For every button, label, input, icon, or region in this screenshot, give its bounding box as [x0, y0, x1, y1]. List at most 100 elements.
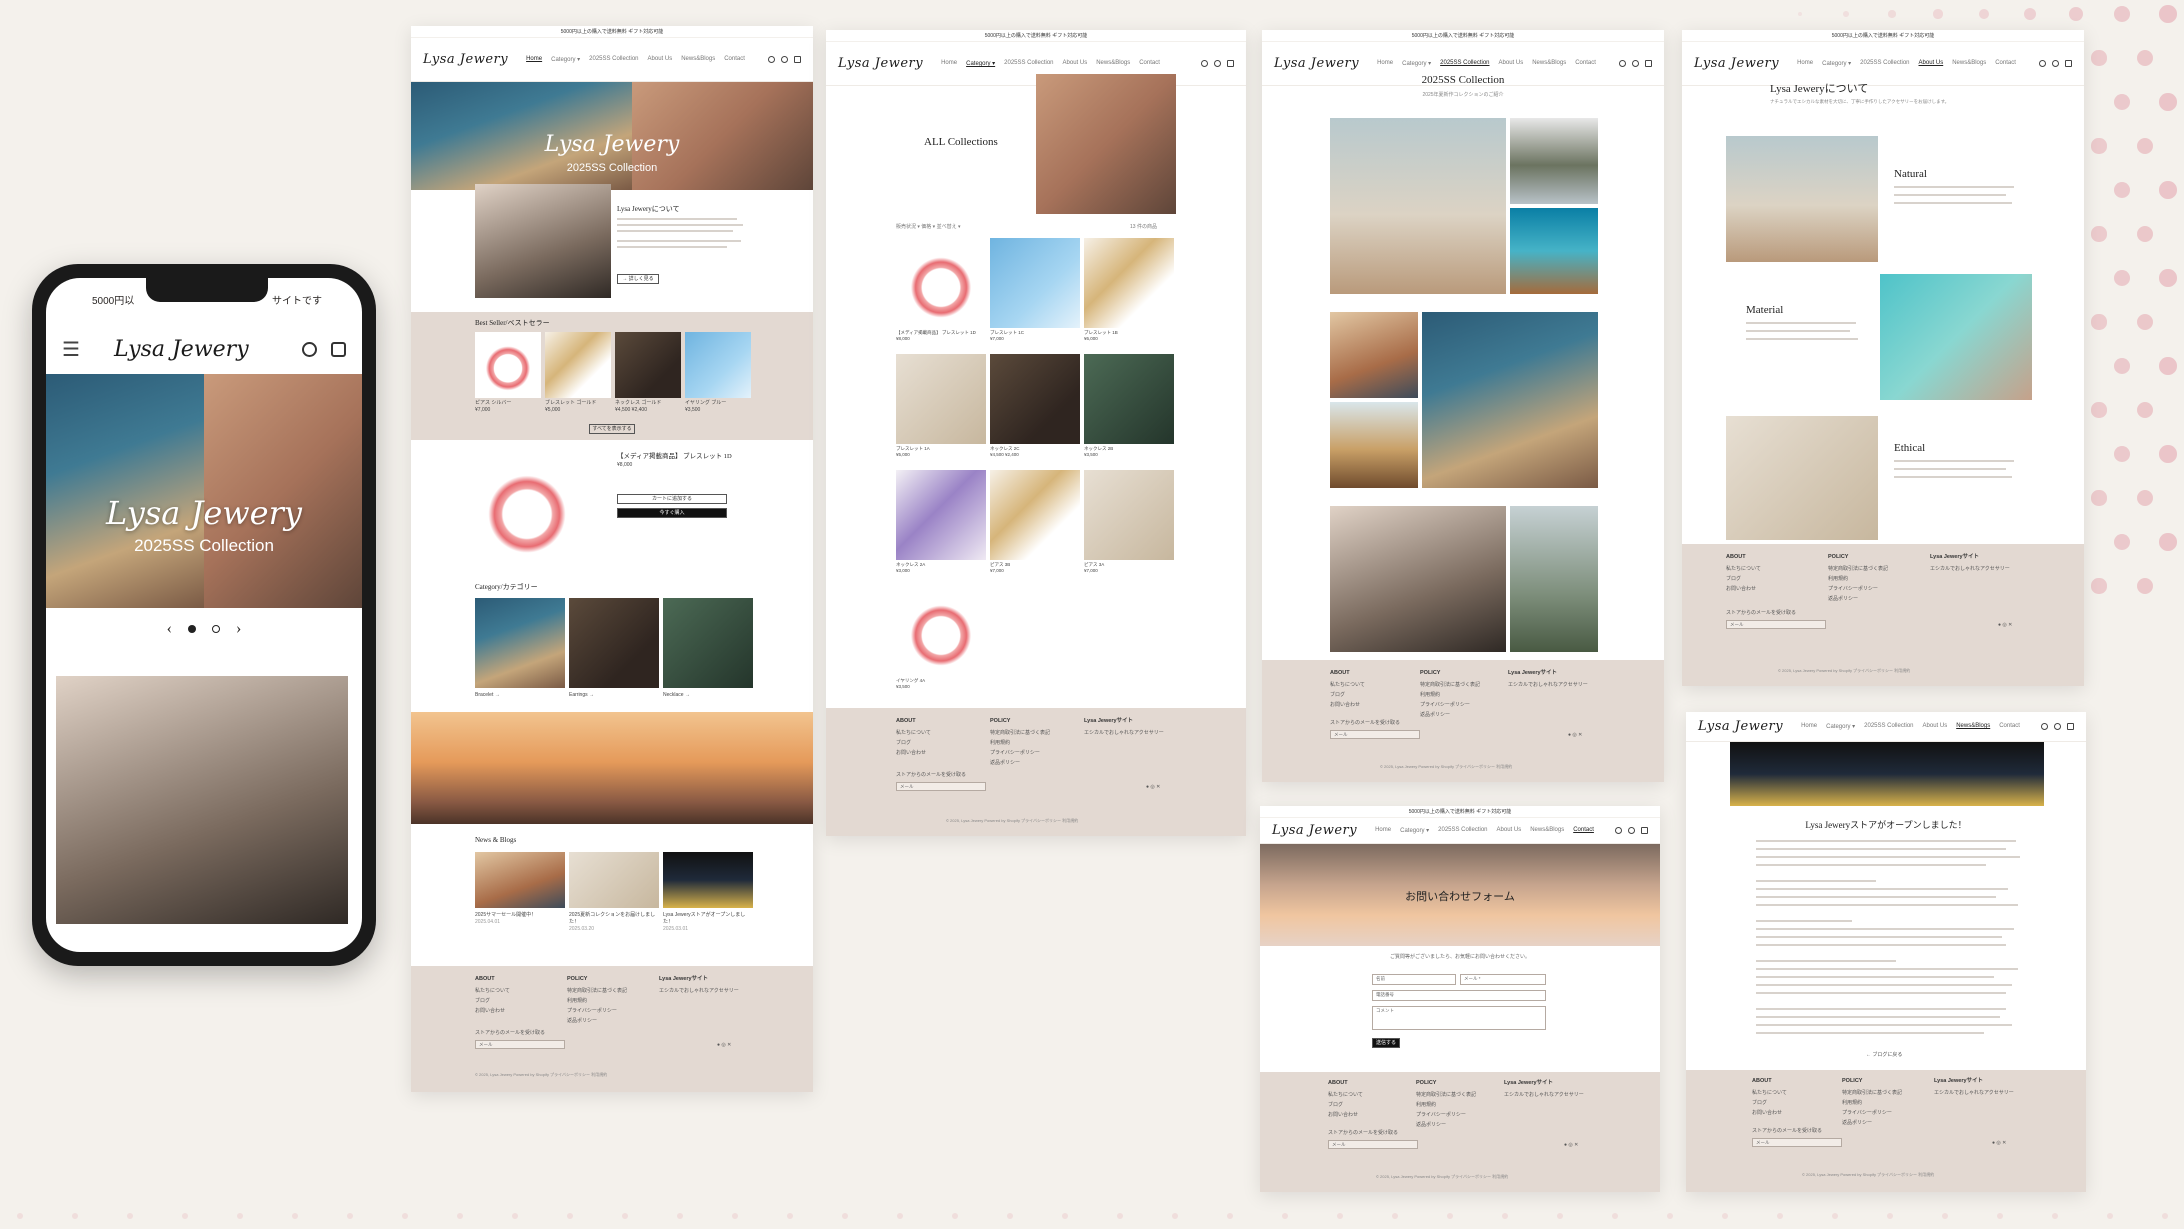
- category-label-bracelet[interactable]: Bracelet →: [475, 692, 500, 699]
- category-label-necklace[interactable]: Necklace →: [663, 692, 690, 699]
- nav-category[interactable]: Category ▾: [1822, 60, 1851, 67]
- nav-category[interactable]: Category ▾: [1400, 827, 1429, 834]
- category-image-bracelet[interactable]: [475, 598, 565, 688]
- account-icon[interactable]: [1214, 60, 1221, 67]
- next-arrow-icon[interactable]: ›: [236, 620, 241, 638]
- search-icon[interactable]: [1619, 60, 1626, 67]
- nav-collection[interactable]: 2025SS Collection: [1440, 60, 1489, 67]
- submit-button[interactable]: 送信する: [1372, 1038, 1400, 1048]
- newsletter-email-input[interactable]: メール: [1726, 620, 1826, 629]
- news-image[interactable]: [569, 852, 659, 908]
- search-icon[interactable]: [2041, 723, 2048, 730]
- nav-contact[interactable]: Contact: [1139, 60, 1160, 67]
- social-icons[interactable]: ● ◎ ✕: [1992, 1138, 2006, 1148]
- site-logo[interactable]: Lysa Jewery: [1272, 823, 1357, 838]
- email-field[interactable]: メール *: [1460, 974, 1546, 985]
- nav-contact[interactable]: Contact: [1995, 60, 2016, 67]
- newsletter-email-input[interactable]: メール: [896, 782, 986, 791]
- nav-contact[interactable]: Contact: [1573, 827, 1594, 834]
- nav-contact[interactable]: Contact: [724, 56, 745, 63]
- nav-contact[interactable]: Contact: [1999, 723, 2020, 730]
- nav-collection[interactable]: 2025SS Collection: [1438, 827, 1487, 834]
- prev-arrow-icon[interactable]: ‹: [167, 620, 172, 638]
- account-icon[interactable]: [781, 56, 788, 63]
- news-image[interactable]: [663, 852, 753, 908]
- product-image[interactable]: [896, 470, 986, 560]
- nav-home[interactable]: Home: [1375, 827, 1391, 834]
- menu-icon[interactable]: ☰: [62, 337, 80, 362]
- product-image[interactable]: [1084, 354, 1174, 444]
- nav-home[interactable]: Home: [1801, 723, 1817, 730]
- site-logo[interactable]: Lysa Jewery: [838, 56, 923, 71]
- cart-icon[interactable]: [1645, 60, 1652, 67]
- cart-icon[interactable]: [1227, 60, 1234, 67]
- nav-category[interactable]: Category ▾: [1826, 723, 1855, 730]
- nav-collection[interactable]: 2025SS Collection: [1864, 723, 1913, 730]
- search-icon[interactable]: [1201, 60, 1208, 67]
- nav-category[interactable]: Category ▾: [551, 56, 580, 63]
- nav-news[interactable]: News&Blogs: [681, 56, 715, 63]
- nav-about[interactable]: About Us: [1063, 60, 1088, 67]
- add-to-cart-button[interactable]: カートに追加する: [617, 494, 727, 504]
- social-icons[interactable]: ● ◎ ✕: [1568, 730, 1582, 740]
- product-image[interactable]: [545, 332, 611, 398]
- buy-now-button[interactable]: 今すぐ購入: [617, 508, 727, 518]
- product-image[interactable]: [1084, 470, 1174, 560]
- nav-contact[interactable]: Contact: [1575, 60, 1596, 67]
- account-icon[interactable]: [2052, 60, 2059, 67]
- search-icon[interactable]: [768, 56, 775, 63]
- site-logo[interactable]: Lysa Jewery: [423, 52, 508, 67]
- filter-bar[interactable]: 販売状況 ▾ 価格 ▾ 並べ替え ▾: [896, 224, 960, 231]
- product-image[interactable]: [990, 470, 1080, 560]
- cart-icon[interactable]: [794, 56, 801, 63]
- social-icons[interactable]: ● ◎ ✕: [1564, 1140, 1578, 1150]
- nav-news[interactable]: News&Blogs: [1532, 60, 1566, 67]
- product-image[interactable]: [896, 586, 986, 676]
- product-image[interactable]: [475, 332, 541, 398]
- nav-about[interactable]: About Us: [1497, 827, 1522, 834]
- product-image[interactable]: [615, 332, 681, 398]
- slide-dot[interactable]: [212, 625, 220, 633]
- nav-about[interactable]: About Us: [1923, 723, 1948, 730]
- newsletter-email-input[interactable]: メール: [1328, 1140, 1418, 1149]
- site-logo[interactable]: Lysa Jewery: [1274, 56, 1359, 71]
- category-label-earrings[interactable]: Earrings →: [569, 692, 594, 699]
- account-icon[interactable]: [2054, 723, 2061, 730]
- site-logo[interactable]: Lysa Jewery: [1694, 56, 1779, 71]
- category-image-earrings[interactable]: [569, 598, 659, 688]
- nav-about[interactable]: About Us: [1499, 60, 1524, 67]
- account-icon[interactable]: [1632, 60, 1639, 67]
- nav-news[interactable]: News&Blogs: [1952, 60, 1986, 67]
- site-logo[interactable]: Lysa Jewery: [1698, 719, 1783, 734]
- nav-collection[interactable]: 2025SS Collection: [1860, 60, 1909, 67]
- nav-home[interactable]: Home: [1797, 60, 1813, 67]
- nav-collection[interactable]: 2025SS Collection: [1004, 60, 1053, 67]
- cart-icon[interactable]: [2067, 723, 2074, 730]
- nav-category[interactable]: Category ▾: [966, 60, 995, 67]
- account-icon[interactable]: [1628, 827, 1635, 834]
- social-icons[interactable]: ● ◎ ✕: [1146, 782, 1160, 792]
- product-image[interactable]: [990, 238, 1080, 328]
- product-image[interactable]: [1084, 238, 1174, 328]
- nav-home[interactable]: Home: [526, 56, 542, 63]
- search-icon[interactable]: [2039, 60, 2046, 67]
- newsletter-email-input[interactable]: メール: [475, 1040, 565, 1049]
- cart-icon[interactable]: [331, 341, 346, 357]
- nav-news[interactable]: News&Blogs: [1956, 723, 1990, 730]
- search-icon[interactable]: [1615, 827, 1622, 834]
- newsletter-email-input[interactable]: メール: [1752, 1138, 1842, 1147]
- nav-about[interactable]: About Us: [648, 56, 673, 63]
- comment-field[interactable]: コメント: [1372, 1006, 1546, 1030]
- product-image[interactable]: [685, 332, 751, 398]
- phone-field[interactable]: 電話番号: [1372, 990, 1546, 1001]
- slide-dot-active[interactable]: [188, 625, 196, 633]
- search-icon[interactable]: [302, 341, 317, 357]
- nav-news[interactable]: News&Blogs: [1530, 827, 1564, 834]
- category-image-necklace[interactable]: [663, 598, 753, 688]
- view-all-button[interactable]: すべてを表示する: [589, 424, 635, 434]
- nav-home[interactable]: Home: [1377, 60, 1393, 67]
- about-more-button[interactable]: → 詳しく見る: [617, 274, 659, 284]
- newsletter-email-input[interactable]: メール: [1330, 730, 1420, 739]
- nav-category[interactable]: Category ▾: [1402, 60, 1431, 67]
- nav-about[interactable]: About Us: [1919, 60, 1944, 67]
